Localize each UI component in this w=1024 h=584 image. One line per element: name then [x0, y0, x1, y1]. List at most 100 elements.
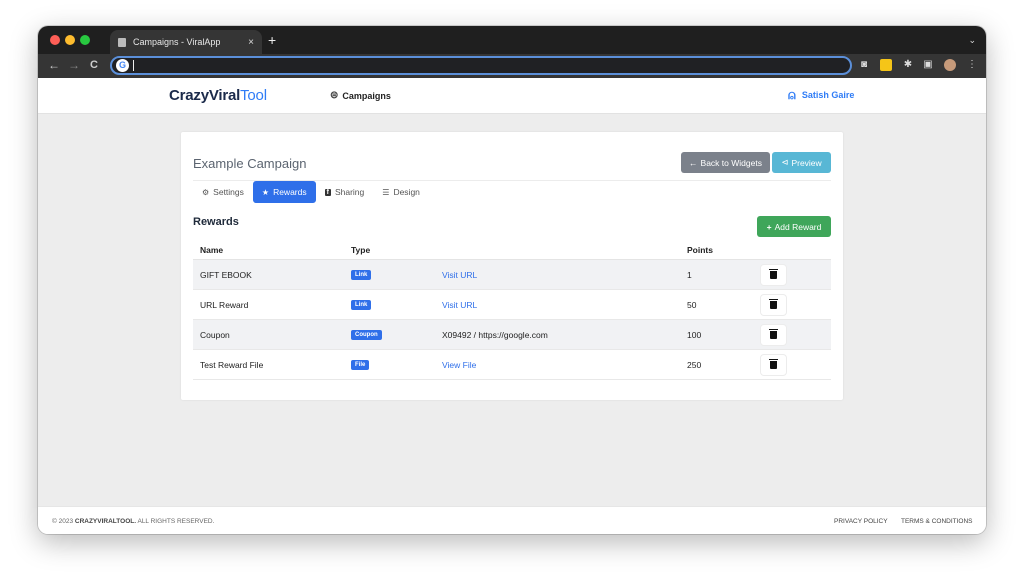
add-reward-button[interactable]: + Add Reward — [757, 216, 831, 237]
privacy-policy-link[interactable]: PRIVACY POLICY — [834, 518, 888, 525]
back-arrow-icon[interactable]: ← — [48, 58, 60, 72]
tab-strip: Campaigns - ViralApp × + ⌄ — [38, 26, 986, 54]
table-row: Coupon Coupon X09492 / https://google.co… — [193, 320, 831, 350]
arrow-left-icon: ← — [689, 157, 698, 168]
table-header: Name Type Points — [193, 240, 831, 260]
column-type: Type — [351, 244, 371, 255]
user-menu[interactable]: ⍝ Satish Gaire — [788, 87, 854, 103]
rewards-table: Name Type Points GIFT EBOOK Link Visit U… — [193, 240, 831, 380]
tab-design-label: Design — [393, 187, 420, 197]
trash-icon — [769, 298, 778, 309]
brand-logo[interactable]: CrazyViralTool — [169, 87, 267, 104]
delete-reward-button[interactable] — [761, 324, 786, 345]
reward-type-badge: Link — [351, 299, 372, 310]
visit-url-link[interactable]: Visit URL — [442, 270, 477, 280]
campaign-tabs: ⚙ Settings ★ Rewards f Sharing ☰ Design — [193, 181, 429, 203]
add-reward-label: Add Reward — [774, 221, 822, 232]
puzzle-extensions-icon[interactable]: ✱ — [902, 59, 914, 71]
top-navbar: CrazyViralTool ⊜ Campaigns ⍝ Satish Gair… — [38, 78, 986, 114]
profile-avatar[interactable] — [944, 59, 956, 71]
nav-campaigns-link[interactable]: ⊜ Campaigns — [330, 90, 391, 101]
trash-icon — [769, 328, 778, 339]
terms-conditions-link[interactable]: TERMS & CONDITIONS — [901, 518, 973, 525]
forward-arrow-icon[interactable]: → — [68, 58, 80, 72]
back-button-label: Back to Widgets — [700, 157, 762, 168]
reward-name: Coupon — [200, 329, 230, 340]
browser-tab[interactable]: Campaigns - ViralApp × — [110, 30, 262, 54]
user-name: Satish Gaire — [801, 90, 855, 100]
tab-settings-label: Settings — [213, 187, 244, 197]
star-icon: ★ — [261, 187, 270, 197]
browser-window: Campaigns - ViralApp × + ⌄ ← → C G ◙ ✱ ▣… — [38, 26, 986, 534]
copyright-brand: CRAZYVIRALTOOL. — [74, 518, 137, 525]
reward-points: 1 — [687, 269, 692, 280]
column-points: Points — [687, 244, 713, 255]
reward-points: 250 — [687, 359, 702, 370]
kebab-menu-icon[interactable]: ⋮ — [966, 59, 978, 71]
tab-sharing[interactable]: f Sharing — [316, 181, 374, 203]
web-page: CrazyViralTool ⊜ Campaigns ⍝ Satish Gair… — [38, 78, 986, 534]
bullhorn-icon: ⊜ — [330, 90, 339, 101]
brand-name-light: Tool — [240, 87, 267, 104]
maximize-window-button[interactable] — [80, 35, 90, 45]
side-panel-icon[interactable]: ▣ — [922, 59, 934, 71]
table-row: URL Reward Link Visit URL 50 — [193, 290, 831, 320]
page-title: Example Campaign — [193, 156, 307, 171]
camera-icon[interactable]: ◙ — [858, 59, 870, 71]
new-tab-button[interactable]: + — [268, 32, 276, 48]
brand-name-bold: CrazyViral — [169, 87, 241, 104]
browser-toolbar: ← → C G ◙ ✱ ▣ ⋮ — [38, 54, 986, 78]
tab-search-icon[interactable]: ⌄ — [968, 35, 976, 46]
user-icon: ⍝ — [788, 87, 796, 102]
trash-icon — [769, 268, 778, 279]
rewards-heading: Rewards — [193, 216, 239, 228]
reload-icon[interactable]: C — [90, 59, 98, 71]
paper-plane-icon: ⊲ — [781, 157, 789, 167]
column-name: Name — [200, 244, 224, 255]
delete-reward-button[interactable] — [761, 354, 786, 375]
google-icon: G — [116, 59, 129, 72]
tab-sharing-label: Sharing — [334, 187, 365, 197]
minimize-window-button[interactable] — [65, 35, 75, 45]
plus-icon: + — [766, 221, 772, 232]
campaign-card: Example Campaign ← Back to Widgets ⊲ Pre… — [181, 132, 843, 400]
visit-url-link[interactable]: Visit URL — [442, 300, 477, 310]
tab-rewards-label: Rewards — [273, 187, 307, 197]
preview-button[interactable]: ⊲ Preview — [772, 152, 831, 173]
tab-rewards[interactable]: ★ Rewards — [252, 181, 316, 203]
preview-button-label: Preview — [791, 157, 822, 168]
tab-settings[interactable]: ⚙ Settings — [193, 181, 253, 203]
reward-name: URL Reward — [200, 299, 249, 310]
copyright-prefix: © 2023 — [52, 518, 74, 525]
reward-name: GIFT EBOOK — [200, 269, 252, 280]
copyright: © 2023 CRAZYVIRALTOOL. ALL RIGHTS RESERV… — [52, 518, 214, 525]
table-row: GIFT EBOOK Link Visit URL 1 — [193, 260, 831, 290]
address-bar[interactable]: G — [110, 56, 852, 75]
delete-reward-button[interactable] — [761, 264, 786, 285]
reward-type-badge: File — [351, 359, 370, 370]
extension-badge-icon[interactable] — [880, 59, 892, 71]
close-window-button[interactable] — [50, 35, 60, 45]
reward-name: Test Reward File — [200, 359, 264, 370]
reward-type-badge: Link — [351, 269, 372, 280]
reward-type-badge: Coupon — [351, 329, 382, 340]
list-icon: ☰ — [382, 187, 390, 197]
table-row: Test Reward File File View File 250 — [193, 350, 831, 380]
back-to-widgets-button[interactable]: ← Back to Widgets — [681, 152, 770, 173]
delete-reward-button[interactable] — [761, 294, 786, 315]
nav-campaigns-label: Campaigns — [342, 90, 391, 101]
tab-close-icon[interactable]: × — [248, 37, 254, 48]
page-favicon-icon — [118, 37, 126, 47]
view-file-link[interactable]: View File — [442, 360, 476, 370]
text-caret — [133, 60, 134, 71]
reward-points: 50 — [687, 299, 697, 310]
copyright-suffix: ALL RIGHTS RESERVED. — [137, 518, 215, 525]
reward-points: 100 — [687, 329, 702, 340]
tab-title: Campaigns - ViralApp — [133, 37, 221, 47]
trash-icon — [769, 358, 778, 369]
cogs-icon: ⚙ — [202, 187, 210, 197]
page-footer: © 2023 CRAZYVIRALTOOL. ALL RIGHTS RESERV… — [38, 506, 986, 534]
facebook-icon: f — [324, 188, 331, 196]
coupon-detail: X09492 / https://google.com — [442, 329, 548, 340]
tab-design[interactable]: ☰ Design — [373, 181, 429, 203]
